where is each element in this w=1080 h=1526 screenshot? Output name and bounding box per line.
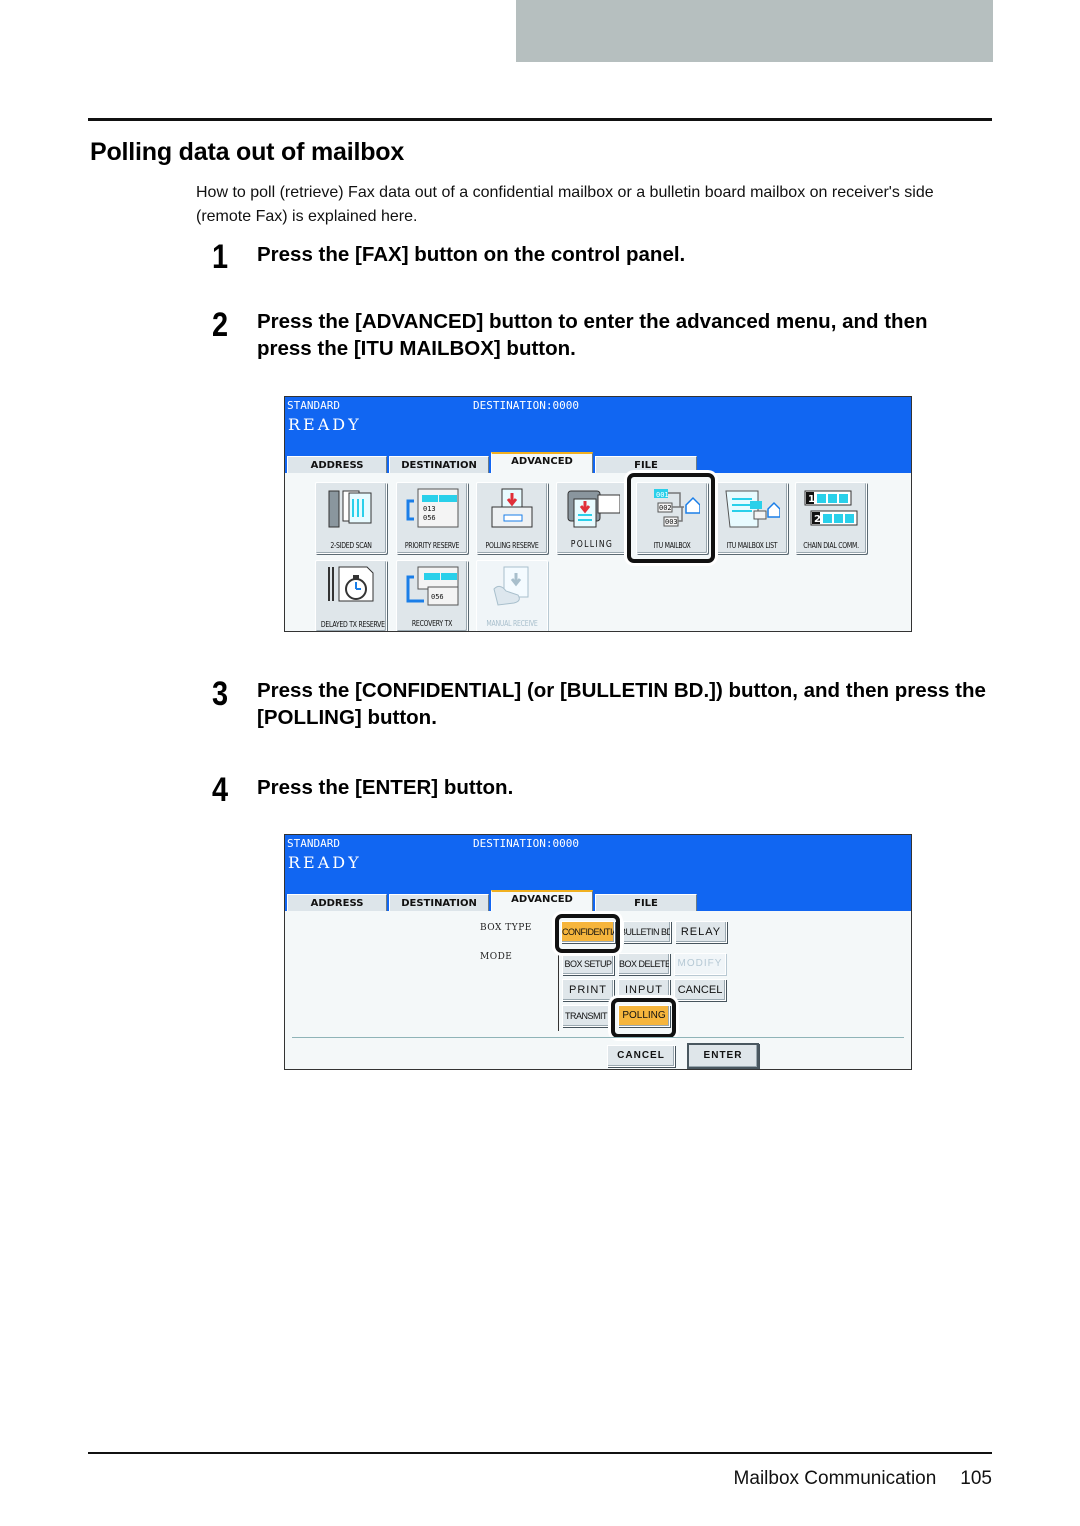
cancel-mode-button[interactable]: CANCEL xyxy=(674,979,726,1001)
polling-reserve-icon xyxy=(491,488,533,528)
control-panel-screen-itu-mailbox: STANDARD DESTINATION:0000 READY ADDRESS … xyxy=(284,834,912,1070)
svg-text:056: 056 xyxy=(423,514,436,522)
svg-text:2: 2 xyxy=(814,514,821,525)
bulletin-bd-button[interactable]: BULLETIN BD. xyxy=(623,921,671,943)
page-footer: Mailbox Communication 105 xyxy=(734,1468,992,1490)
footer-section-title: Mailbox Communication xyxy=(733,1468,937,1489)
cancel-button[interactable]: CANCEL xyxy=(607,1045,675,1067)
step-text: Press the [ENTER] button. xyxy=(257,776,514,799)
control-panel-screen-advanced: STANDARD DESTINATION:0000 READY ADDRESS … xyxy=(284,396,912,632)
destination-count: DESTINATION:0000 xyxy=(473,399,579,412)
lcd-status-bar: STANDARD DESTINATION:0000 READY ADDRESS … xyxy=(285,835,911,911)
status-mode: STANDARD xyxy=(287,399,340,412)
box-setup-button[interactable]: BOX SETUP xyxy=(562,953,614,975)
print-button[interactable]: PRINT xyxy=(562,979,614,1001)
relay-button[interactable]: RELAY xyxy=(675,921,727,943)
button-label: CHAIN DIAL COMM. xyxy=(803,541,859,550)
step-number: 1 xyxy=(212,238,229,276)
manual-receive-icon xyxy=(493,566,529,606)
tab-destination[interactable]: DESTINATION xyxy=(389,894,489,911)
bottom-rule xyxy=(88,1452,992,1454)
mode-group-divider xyxy=(558,953,559,1031)
duplex-scan-icon xyxy=(328,490,372,528)
priority-reserve-button[interactable]: 013 056 PRIORITY RESERVE xyxy=(396,482,468,554)
step-number: 2 xyxy=(212,306,229,344)
button-label: POLLING RESERVE xyxy=(485,541,539,550)
button-label: 2-SIDED SCAN xyxy=(330,541,372,550)
step-text: Press the [CONFIDENTIAL] (or [BULLETIN B… xyxy=(257,679,986,729)
modify-button: MODIFY xyxy=(674,953,726,975)
button-label: DELAYED TX RESERVE xyxy=(320,620,385,629)
delayed-tx-reserve-button[interactable]: DELAYED TX RESERVE xyxy=(315,560,387,631)
priority-reserve-icon: 013 056 xyxy=(406,488,459,528)
tab-address[interactable]: ADDRESS xyxy=(287,894,387,911)
svg-text:013: 013 xyxy=(423,505,436,513)
status-ready: READY xyxy=(288,853,362,872)
tab-file[interactable]: FILE xyxy=(595,894,697,911)
step-text: Press the [FAX] button on the control pa… xyxy=(257,243,686,266)
manual-receive-button: MANUAL RECEIVE xyxy=(476,560,548,631)
button-label: PRIORITY RESERVE xyxy=(404,541,460,550)
itu-mailbox-list-icon xyxy=(725,490,780,528)
tab-bar: ADDRESS DESTINATION ADVANCED FILE xyxy=(285,452,911,473)
box-type-label: BOX TYPE xyxy=(480,923,532,933)
tab-advanced[interactable]: ADVANCED xyxy=(491,452,593,473)
tab-advanced[interactable]: ADVANCED xyxy=(491,890,593,911)
recovery-tx-icon: 056 xyxy=(406,566,459,606)
top-rule xyxy=(88,118,992,121)
step-number: 3 xyxy=(212,675,229,713)
chain-dial-comm-button[interactable]: 1 2 CHAIN DIAL COMM. xyxy=(795,482,867,554)
tab-address[interactable]: ADDRESS xyxy=(287,456,387,473)
step-number: 4 xyxy=(212,771,229,809)
intro-text: How to poll (retrieve) Fax data out of a… xyxy=(196,184,934,225)
status-ready: READY xyxy=(288,415,362,434)
tab-destination[interactable]: DESTINATION xyxy=(389,456,489,473)
svg-text:1: 1 xyxy=(808,494,815,505)
page-number: 105 xyxy=(960,1468,992,1489)
chain-dial-icon: 1 2 xyxy=(804,490,858,526)
itu-mailbox-list-button[interactable]: ITU MAILBOX LIST xyxy=(716,482,788,554)
button-label: POLLING xyxy=(570,539,614,550)
bottom-divider xyxy=(292,1037,904,1038)
tab-bar: ADDRESS DESTINATION ADVANCED FILE xyxy=(285,890,911,911)
enter-button[interactable]: ENTER xyxy=(687,1043,759,1069)
two-sided-scan-button[interactable]: 2-SIDED SCAN xyxy=(315,482,387,554)
mode-label: MODE xyxy=(480,952,513,962)
highlight-ring-confidential xyxy=(555,914,620,953)
highlight-ring-itu-mailbox xyxy=(627,473,715,563)
highlight-ring-polling xyxy=(611,998,676,1038)
box-delete-button[interactable]: BOX DELETE xyxy=(618,953,670,975)
button-label: RECOVERY TX xyxy=(411,619,453,628)
lcd-status-bar: STANDARD DESTINATION:0000 READY ADDRESS … xyxy=(285,397,911,473)
transmit-button[interactable]: TRANSMIT xyxy=(562,1005,610,1027)
recovery-tx-button[interactable]: 056 RECOVERY TX xyxy=(396,560,468,631)
tab-file[interactable]: FILE xyxy=(595,456,697,473)
page-title: Polling data out of mailbox xyxy=(90,138,405,166)
step-text: Press the [ADVANCED] button to enter the… xyxy=(257,310,928,360)
button-label: MANUAL RECEIVE xyxy=(486,619,538,628)
polling-reserve-button[interactable]: POLLING RESERVE xyxy=(476,482,548,554)
svg-text:056: 056 xyxy=(431,593,444,601)
polling-button[interactable]: POLLING xyxy=(556,482,628,554)
destination-count: DESTINATION:0000 xyxy=(473,837,579,850)
status-mode: STANDARD xyxy=(287,837,340,850)
polling-icon xyxy=(567,490,620,528)
page-header-block xyxy=(516,0,993,62)
button-label: ITU MAILBOX LIST xyxy=(726,541,778,550)
delayed-tx-icon xyxy=(328,566,374,602)
